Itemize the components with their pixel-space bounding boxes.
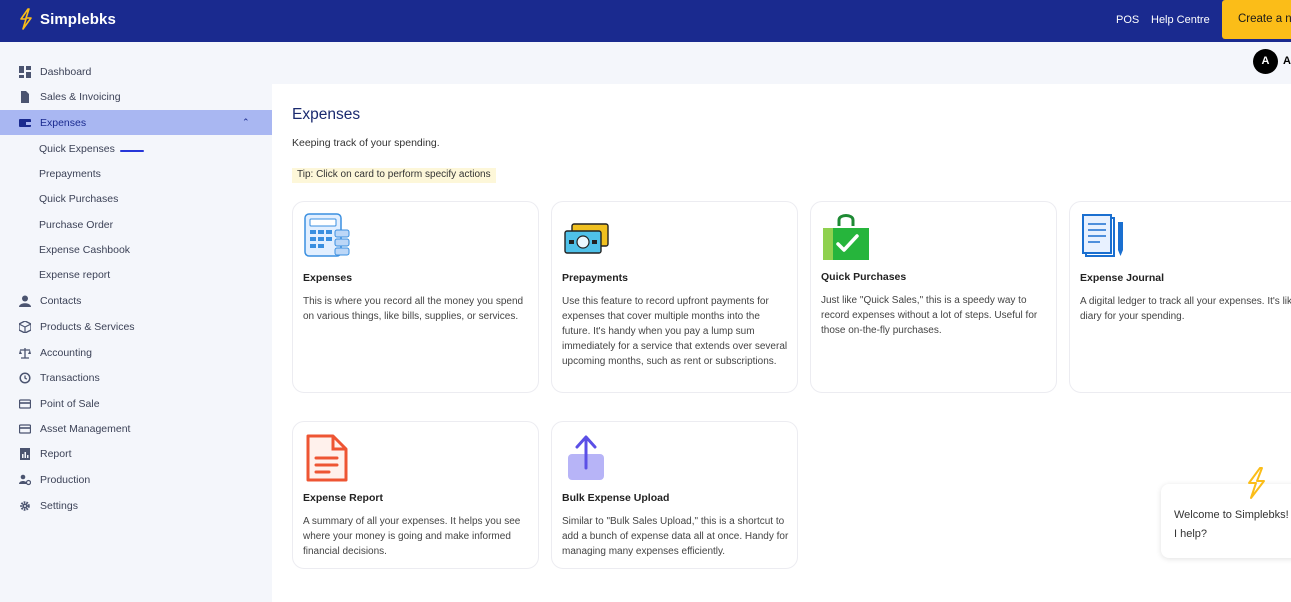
chat-message: Welcome to Simplebks! How can (1174, 509, 1291, 521)
upload-icon (568, 435, 604, 480)
sidebar-item-label: Dashboard (40, 65, 92, 78)
sidebar-item-label: Accounting (40, 346, 92, 359)
card-title: Bulk Expense Upload (562, 492, 670, 504)
card-expense-report[interactable]: Expense Report A summary of all your exp… (292, 421, 539, 569)
chat-widget[interactable] (1161, 484, 1291, 558)
cash-icon (564, 223, 609, 254)
card-expense-journal[interactable]: Expense Journal A digital ledger to trac… (1069, 201, 1291, 393)
sidebar-item-label: Report (40, 447, 72, 460)
chat-message-continued: I help? (1174, 528, 1208, 540)
shopping-bag-icon (823, 214, 869, 260)
user-bar (272, 42, 1291, 84)
brand-name: Simplebks (40, 10, 116, 28)
sidebar-item-accounting[interactable]: Accounting (0, 340, 272, 365)
box-icon (19, 320, 31, 333)
card-description: This is where you record all the money y… (303, 296, 524, 322)
card-title: Expense Report (303, 492, 383, 504)
gear-icon (19, 500, 31, 512)
sidebar-item-label: Transactions (40, 371, 100, 384)
dashboard-icon (19, 65, 31, 78)
chevron-up-icon[interactable]: ⌃ (242, 117, 250, 128)
card-bulk-expense-upload[interactable]: Bulk Expense Upload Similar to "Bulk Sal… (551, 421, 798, 569)
card-title: Quick Purchases (821, 271, 907, 283)
sidebar-item-asset-management[interactable]: Asset Management (0, 416, 272, 441)
sidebar-subitem-prepayments[interactable]: Prepayments (39, 168, 101, 180)
journal-icon (1082, 214, 1123, 257)
sidebar-item-label: Expenses (40, 116, 87, 129)
card-title: Prepayments (562, 272, 628, 284)
sidebar-subitem-quick-purchases[interactable]: Quick Purchases (39, 193, 118, 205)
card-title: Expenses (303, 272, 353, 284)
help-centre-link[interactable]: Help Centre (1151, 14, 1210, 26)
page-subtitle: Keeping track of your spending. (292, 137, 440, 149)
brand-logo[interactable]: Simplebks (17, 8, 116, 30)
card-description: Similar to "Bulk Sales Upload," this is … (562, 516, 789, 557)
sidebar-item-label: Settings (40, 499, 78, 512)
person-icon (19, 295, 31, 307)
sidebar-item-sales-invoicing[interactable]: Sales & Invoicing (0, 84, 272, 109)
simplebks-logo-icon (20, 8, 32, 30)
sidebar-item-products-services[interactable]: Products & Services (0, 314, 272, 339)
document-icon (19, 90, 31, 103)
report-icon (19, 447, 31, 460)
card-description: A digital ledger to track all your expen… (1080, 296, 1291, 322)
card-description: Use this feature to record upfront payme… (562, 296, 788, 367)
sidebar-item-label: Contacts (40, 294, 82, 307)
sidebar-item-contacts[interactable]: Contacts (0, 288, 272, 313)
report-doc-icon (306, 434, 348, 482)
chat-logo-icon (1248, 467, 1265, 499)
sidebar-item-label: Production (40, 473, 91, 486)
avatar[interactable]: A (1253, 49, 1278, 74)
card-description: Just like "Quick Sales," this is a speed… (821, 295, 1038, 336)
pos-link[interactable]: POS (1116, 14, 1139, 26)
sidebar-item-point-of-sale[interactable]: Point of Sale (0, 391, 272, 416)
sidebar-subitem-expense-cashbook[interactable]: Expense Cashbook (39, 244, 130, 256)
active-indicator (120, 150, 144, 152)
sidebar-item-label: Sales & Invoicing (40, 90, 121, 103)
wallet-icon (19, 117, 31, 129)
tip-banner: Tip: Click on card to perform specify ac… (292, 168, 496, 183)
sidebar-item-dashboard[interactable]: Dashboard (0, 59, 272, 84)
top-bar: Simplebks POS Help Centre Create a new (0, 0, 1291, 42)
card-icon (19, 423, 31, 435)
card-quick-purchases[interactable]: Quick Purchases Just like "Quick Sales,"… (810, 201, 1057, 393)
create-new-button[interactable]: Create a new (1222, 0, 1291, 39)
sidebar-item-expenses[interactable]: Expenses ⌃ (0, 110, 272, 135)
sidebar-item-label: Products & Services (40, 320, 135, 333)
sidebar-item-report[interactable]: Report (0, 441, 272, 466)
people-gear-icon (19, 474, 31, 486)
card-expenses[interactable]: Expenses This is where you record all th… (292, 201, 539, 393)
sidebar-item-settings[interactable]: Settings (0, 493, 272, 518)
sidebar-item-label: Asset Management (40, 422, 131, 435)
sidebar-item-transactions[interactable]: Transactions (0, 365, 272, 390)
history-icon (19, 371, 31, 384)
sidebar-subitem-expense-report[interactable]: Expense report (39, 269, 110, 281)
scale-icon (19, 347, 31, 359)
sidebar-item-label: Point of Sale (40, 397, 100, 410)
sidebar-item-production[interactable]: Production (0, 467, 272, 492)
user-name[interactable]: A (1283, 55, 1291, 67)
card-icon (19, 398, 31, 410)
calculator-icon (304, 213, 350, 257)
card-title: Expense Journal (1080, 272, 1165, 284)
sidebar-subitem-purchase-order[interactable]: Purchase Order (39, 219, 113, 231)
card-description: A summary of all your expenses. It helps… (303, 516, 521, 557)
card-prepayments[interactable]: Prepayments Use this feature to record u… (551, 201, 798, 393)
sidebar-subitem-quick-expenses[interactable]: Quick Expenses (39, 143, 115, 155)
page-title: Expenses (292, 106, 361, 123)
